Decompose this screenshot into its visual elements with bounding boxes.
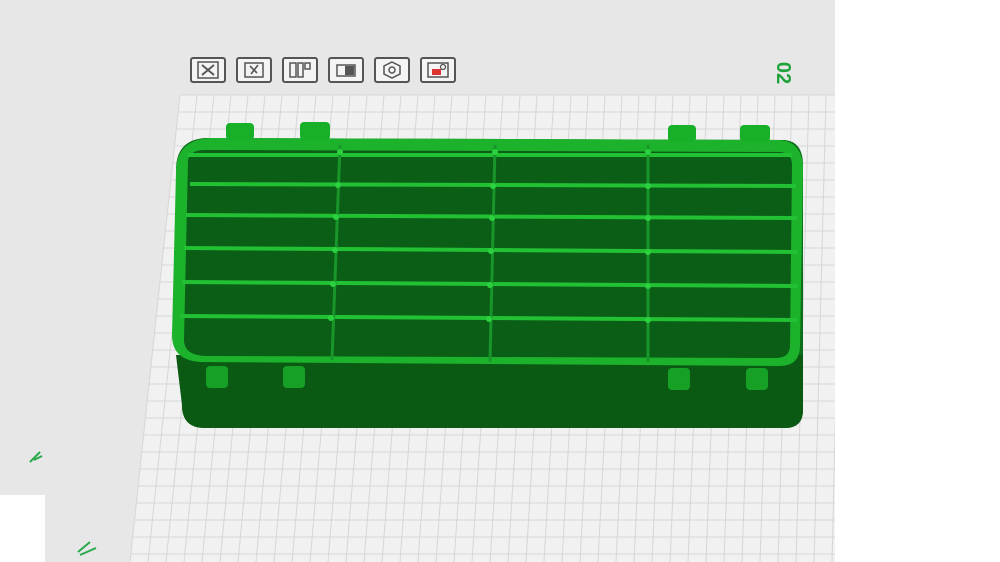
layout-grid-icon <box>289 62 311 78</box>
printer-preview-icon <box>427 62 449 78</box>
x-box-icon <box>197 61 219 79</box>
hex-nut-icon <box>383 61 401 79</box>
layout-button[interactable] <box>282 57 318 83</box>
axis-indicator <box>29 451 97 556</box>
select-object-button[interactable] <box>236 57 272 83</box>
pointer-box-icon <box>244 62 264 78</box>
close-view-button[interactable] <box>190 57 226 83</box>
view-toolbar <box>190 57 456 85</box>
lay-flat-icon <box>336 64 356 77</box>
place-on-face-button[interactable] <box>328 57 364 83</box>
view-number-label: 02 <box>772 61 794 85</box>
slice-preview-button[interactable] <box>420 57 456 83</box>
settings-button[interactable] <box>374 57 410 83</box>
model-organizer-box[interactable] <box>172 122 803 428</box>
